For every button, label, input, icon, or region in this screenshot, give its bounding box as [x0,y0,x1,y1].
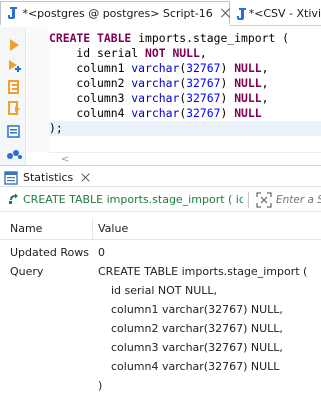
line-gutter [27,27,49,152]
code-token: varchar [131,91,180,105]
editor-tab-bar: *<postgres @ postgres> Script-16 *<CSV -… [0,0,321,26]
row-value: CREATE TABLE imports.stage_import ( [98,265,308,278]
code-token: NULL [234,91,262,105]
export-icon[interactable] [6,123,22,139]
explain-plan-icon[interactable] [6,79,22,95]
toggle-panels-icon[interactable] [6,147,22,161]
code-token: column3 [49,91,132,105]
sql-editor: CREATE TABLE imports.stage_import ( id s… [0,27,321,165]
editor-toolbar [0,27,26,165]
code-token: 32767 [186,91,221,105]
code-line[interactable]: column2 varchar(32767) NULL, [49,76,321,91]
row-value: 0 [98,246,105,259]
code-token: 32767 [186,106,221,120]
row-name: Query [10,265,44,278]
query-value-line: column2 varchar(32767) NULL, [111,322,283,335]
code-token: NULL [234,106,262,120]
code-token: varchar [131,76,180,90]
statistics-icon [4,170,18,185]
tab-statistics[interactable]: Statistics [4,168,90,187]
code-token: NULL [234,76,262,90]
code-token: CREATE TABLE [49,31,132,45]
execute-script-icon[interactable] [6,58,22,74]
code-token: ) [220,61,235,75]
tab-script-16[interactable]: *<postgres @ postgres> Script-16 [0,1,230,26]
query-filter-bar: CREATE TABLE imports.stage_import ( id s [0,188,321,212]
column-header-value[interactable]: Value [98,222,128,235]
sql-script-icon [7,6,18,20]
scroll-left-icon[interactable]: < [61,154,69,165]
query-link[interactable]: CREATE TABLE imports.stage_import ( id s [8,193,243,206]
table-row[interactable]: Query CREATE TABLE imports.stage_import … [0,262,321,395]
tab-csv-label: *<CSV - Xtivi [248,7,321,20]
code-line[interactable]: CREATE TABLE imports.stage_import ( [49,31,321,46]
code-token: 32767 [186,61,221,75]
filter-input[interactable] [276,192,321,208]
code-token: ) [220,91,235,105]
code-line[interactable]: ); [49,121,321,136]
column-header-name[interactable]: Name [10,222,42,235]
code-token: varchar [131,106,180,120]
code-token: , [261,61,269,75]
code-token: column1 [49,61,132,75]
query-value-line: ) [98,379,103,392]
statistics-view-tabbar: Statistics [0,165,321,187]
code-line[interactable]: column3 varchar(32767) NULL, [49,91,321,106]
query-value-line: id serial NOT NULL, [111,284,218,297]
code-token: varchar [131,61,180,75]
code-token: 32767 [186,76,221,90]
code-token: ) [220,106,235,120]
code-token: , [261,91,269,105]
code-token: imports.stage_import ( [131,31,290,45]
code-line[interactable]: column1 varchar(32767) NULL, [49,61,321,76]
code-token: id serial [49,46,146,60]
code-area[interactable]: CREATE TABLE imports.stage_import ( id s… [49,27,321,152]
query-value-line: column4 varchar(32767) NULL [111,360,280,373]
tab-statistics-label: Statistics [23,171,74,184]
code-token: , [261,76,269,90]
execute-statement-icon[interactable] [6,37,22,53]
code-line[interactable]: column4 varchar(32767) NULL [49,106,321,121]
code-token: ) [220,76,235,90]
table-header: Name Value [0,218,321,240]
code-token: column4 [49,106,132,120]
tab-script-16-label: *<postgres @ postgres> Script-16 [22,6,213,20]
close-icon[interactable] [81,173,90,182]
table-row[interactable]: Updated Rows 0 [0,243,321,262]
code-token: column2 [49,76,132,90]
tab-csv[interactable]: *<CSV - Xtivi [232,1,321,26]
query-text: CREATE TABLE imports.stage_import ( id s [23,193,243,206]
load-plan-icon[interactable] [6,100,22,116]
sql-script-icon [236,7,246,21]
refresh-link-icon [9,193,18,204]
query-value-line: column1 varchar(32767) NULL, [111,303,283,316]
filter-expand-icon[interactable] [256,192,272,208]
code-token: NULL [234,61,262,75]
column-divider[interactable] [92,218,93,240]
row-name: Updated Rows [10,246,89,259]
toolbar-separator [248,192,249,208]
tab-close-icon[interactable] [221,8,229,18]
query-value-line: column3 varchar(32767) NULL, [111,341,283,354]
code-token: ); [49,121,63,135]
code-token: NOT NULL [145,46,200,60]
code-token: , [199,46,207,60]
code-line[interactable]: id serial NOT NULL, [49,46,321,61]
horizontal-scrollbar[interactable]: < [49,152,321,165]
